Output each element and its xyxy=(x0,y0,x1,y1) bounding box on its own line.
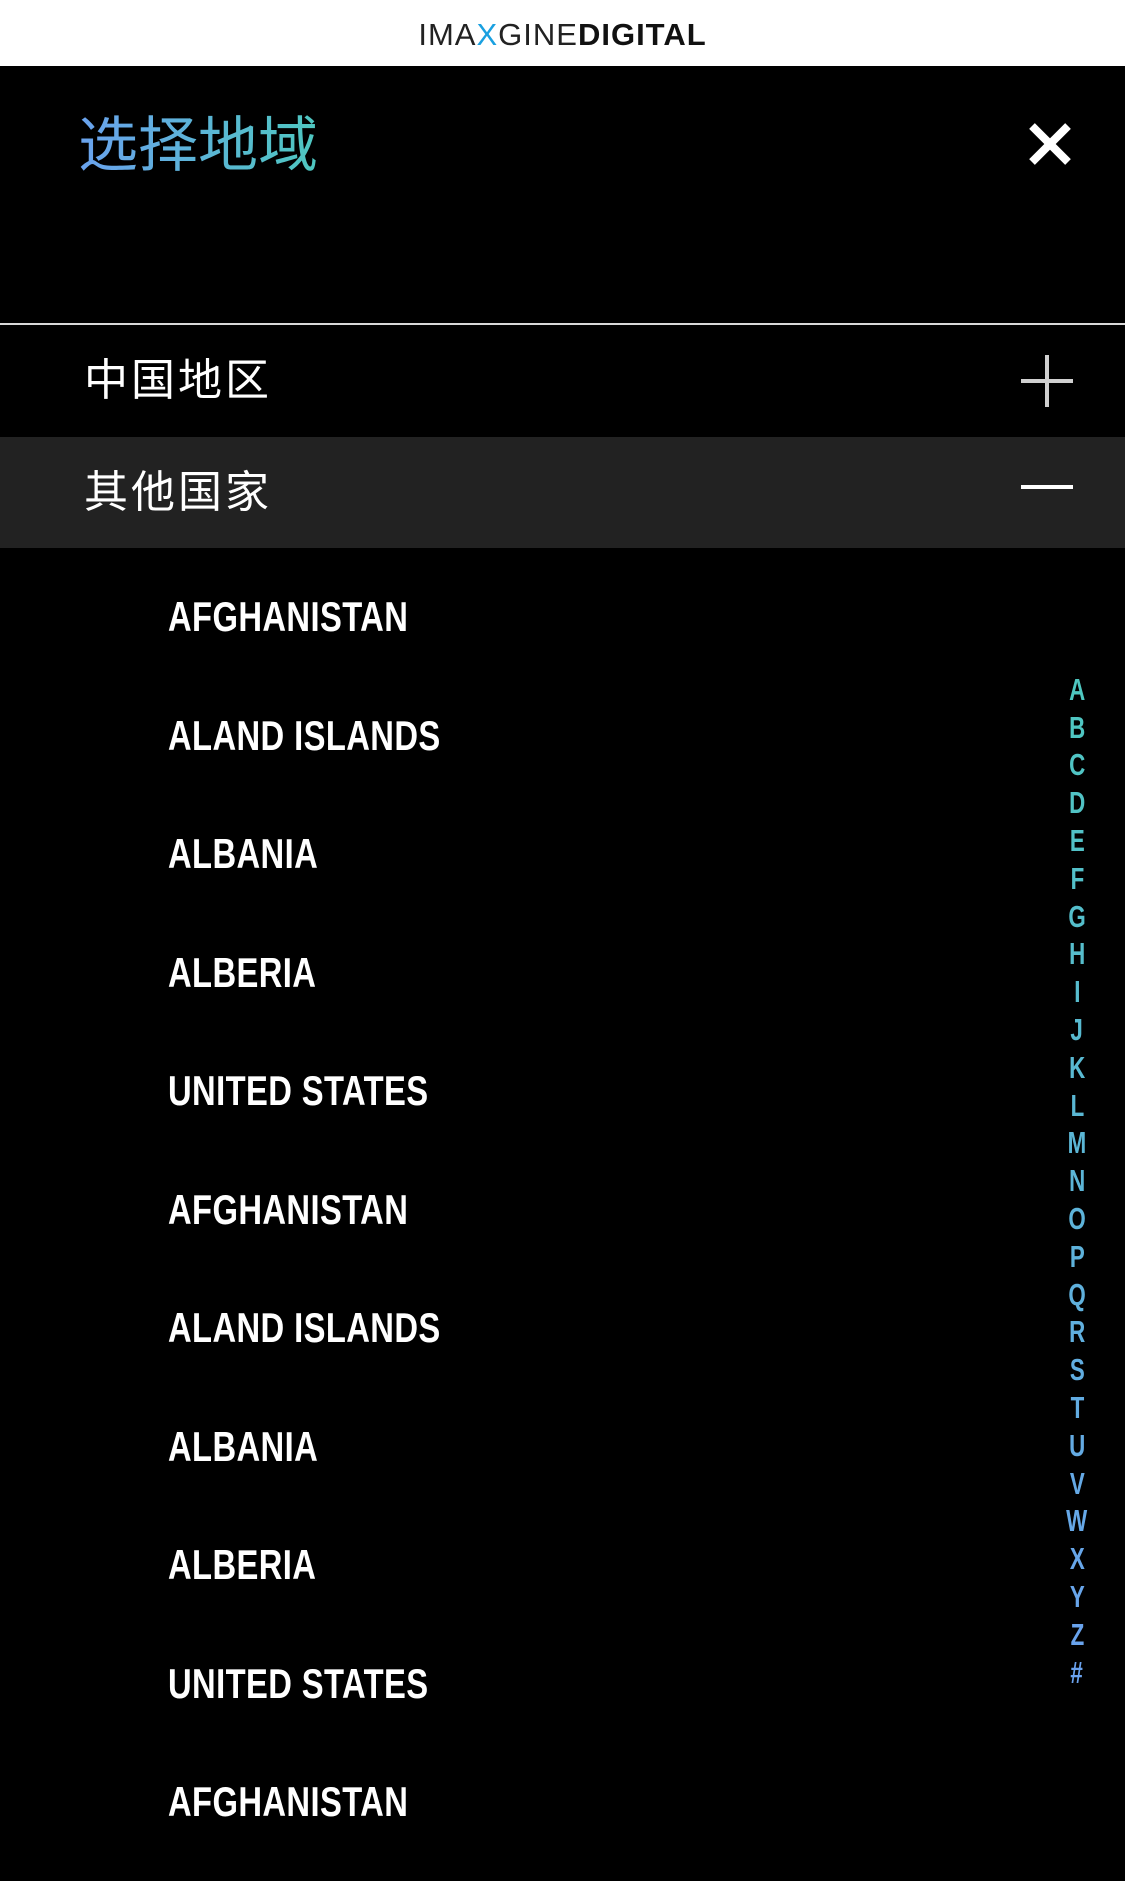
alphabet-letter-text: Y xyxy=(1069,1579,1085,1615)
alphabet-index-letter[interactable]: U xyxy=(1062,1427,1092,1465)
alphabet-letter-text: X xyxy=(1069,1541,1085,1577)
alphabet-letter-text: C xyxy=(1068,747,1086,783)
alphabet-letter-text: H xyxy=(1068,936,1086,972)
alphabet-letter-text: B xyxy=(1068,709,1086,745)
alphabet-index-letter[interactable]: V xyxy=(1062,1465,1092,1503)
country-item[interactable]: AFGHANISTAN xyxy=(0,1151,1040,1270)
alphabet-index-letter[interactable]: E xyxy=(1062,822,1092,860)
brand-logo-part: IMA xyxy=(418,16,477,52)
alphabet-letter-text: Q xyxy=(1068,1276,1086,1312)
country-name: UNITED STATES xyxy=(168,1067,429,1115)
alphabet-letter-text: J xyxy=(1070,1012,1084,1048)
alphabet-letter-text: P xyxy=(1069,1238,1085,1274)
alphabet-index-letter[interactable]: J xyxy=(1062,1011,1092,1049)
alphabet-letter-text: K xyxy=(1068,1049,1086,1085)
region-label: 中国地区 xyxy=(84,354,272,406)
country-name: UNITED STATES xyxy=(168,1659,429,1707)
alphabet-index-letter[interactable]: Z xyxy=(1062,1616,1092,1654)
alphabet-index-letter[interactable]: N xyxy=(1062,1162,1092,1200)
country-item[interactable]: ALBANIA xyxy=(0,1388,1040,1507)
brand-logo: IMAXGINEDIGITAL xyxy=(418,19,706,50)
alphabet-index-letter[interactable]: T xyxy=(1062,1389,1092,1427)
alphabet-letter-text: Z xyxy=(1070,1616,1084,1652)
country-item[interactable]: UNITED STATES xyxy=(0,1032,1040,1151)
alphabet-index-letter[interactable]: A xyxy=(1062,671,1092,709)
brand-logo-accent: X xyxy=(476,16,499,52)
country-name: AFGHANISTAN xyxy=(168,593,409,641)
alphabet-index-letter[interactable]: B xyxy=(1062,709,1092,747)
alphabet-letter-text: E xyxy=(1069,823,1085,859)
alphabet-letter-text: S xyxy=(1069,1352,1085,1388)
alphabet-letter-text: L xyxy=(1070,1087,1084,1123)
alphabet-letter-text: R xyxy=(1068,1314,1086,1350)
country-item[interactable]: AFGHANISTAN xyxy=(0,1743,1040,1862)
alphabet-letter-text: N xyxy=(1068,1163,1086,1199)
plus-icon[interactable] xyxy=(1021,354,1073,407)
brand-logo-part: GINE xyxy=(498,16,578,52)
country-item[interactable]: UNITED STATES xyxy=(0,1625,1040,1744)
alphabet-index-letter[interactable]: Y xyxy=(1062,1578,1092,1616)
brand-header: IMAXGINEDIGITAL xyxy=(0,0,1125,66)
alphabet-index-letter[interactable]: I xyxy=(1062,973,1092,1011)
country-item[interactable]: ALBERIA xyxy=(0,1506,1040,1625)
modal-title: 选择地域 xyxy=(78,111,318,181)
country-item[interactable]: ALAND ISLANDS xyxy=(0,677,1040,796)
alphabet-index-letter[interactable]: R xyxy=(1062,1314,1092,1352)
alphabet-index-letter[interactable]: Q xyxy=(1062,1276,1092,1314)
country-item[interactable]: ALBANIA xyxy=(0,795,1040,914)
minus-icon[interactable] xyxy=(1021,467,1073,519)
alphabet-letter-text: M xyxy=(1067,1125,1087,1161)
region-selector-modal: 选择地域 中国地区 其他国家 AFGHANISTAN ALAND ISLANDS A… xyxy=(0,66,1125,1881)
country-name: AFGHANISTAN xyxy=(168,1778,409,1826)
alphabet-index-letter[interactable]: F xyxy=(1062,860,1092,898)
alphabet-index-letter[interactable]: H xyxy=(1062,936,1092,974)
region-china[interactable]: 中国地区 xyxy=(0,325,1125,436)
alphabet-index: A B C D E F G H I J K L M N O P Q R S T U V W X Y Z # xyxy=(1062,671,1092,1692)
alphabet-letter-text: T xyxy=(1070,1390,1084,1426)
country-list: AFGHANISTAN ALAND ISLANDS ALBANIA ALBERIA UN… xyxy=(0,558,1040,1862)
country-item[interactable]: ALBERIA xyxy=(0,914,1040,1033)
alphabet-index-letter[interactable]: W xyxy=(1062,1503,1092,1541)
alphabet-index-letter[interactable]: P xyxy=(1062,1238,1092,1276)
alphabet-index-letter[interactable]: M xyxy=(1062,1125,1092,1163)
alphabet-index-letter[interactable]: C xyxy=(1062,747,1092,785)
country-name: AFGHANISTAN xyxy=(168,1185,409,1233)
alphabet-letter-text: W xyxy=(1066,1503,1088,1539)
alphabet-index-letter[interactable]: O xyxy=(1062,1200,1092,1238)
alphabet-letter-text: I xyxy=(1073,974,1081,1010)
close-icon xyxy=(1029,123,1071,165)
country-name: ALAND ISLANDS xyxy=(168,711,441,759)
alphabet-index-letter[interactable]: # xyxy=(1062,1654,1092,1692)
alphabet-letter-text: V xyxy=(1069,1465,1085,1501)
country-name: ALBERIA xyxy=(168,1541,317,1589)
alphabet-letter-text: O xyxy=(1068,1201,1086,1237)
country-name: ALBERIA xyxy=(168,948,317,996)
region-other-countries[interactable]: 其他国家 xyxy=(0,437,1125,548)
country-name: ALBANIA xyxy=(168,830,319,878)
brand-logo-bold: DIGITAL xyxy=(577,16,707,52)
country-item[interactable]: AFGHANISTAN xyxy=(0,558,1040,677)
alphabet-letter-text: D xyxy=(1068,785,1086,821)
alphabet-letter-text: G xyxy=(1068,898,1086,934)
alphabet-letter-text: F xyxy=(1070,860,1084,896)
alphabet-letter-text: A xyxy=(1068,671,1086,707)
country-name: ALAND ISLANDS xyxy=(168,1304,441,1352)
alphabet-index-letter[interactable]: L xyxy=(1062,1087,1092,1125)
alphabet-index-letter[interactable]: S xyxy=(1062,1351,1092,1389)
region-label: 其他国家 xyxy=(84,466,272,518)
country-name: ALBANIA xyxy=(168,1422,319,1470)
alphabet-index-letter[interactable]: G xyxy=(1062,898,1092,936)
alphabet-letter-text: # xyxy=(1070,1654,1084,1690)
alphabet-index-letter[interactable]: D xyxy=(1062,784,1092,822)
alphabet-letter-text: U xyxy=(1068,1427,1086,1463)
alphabet-index-letter[interactable]: X xyxy=(1062,1540,1092,1578)
close-button[interactable] xyxy=(1022,116,1078,172)
country-item[interactable]: ALAND ISLANDS xyxy=(0,1269,1040,1388)
alphabet-index-letter[interactable]: K xyxy=(1062,1049,1092,1087)
